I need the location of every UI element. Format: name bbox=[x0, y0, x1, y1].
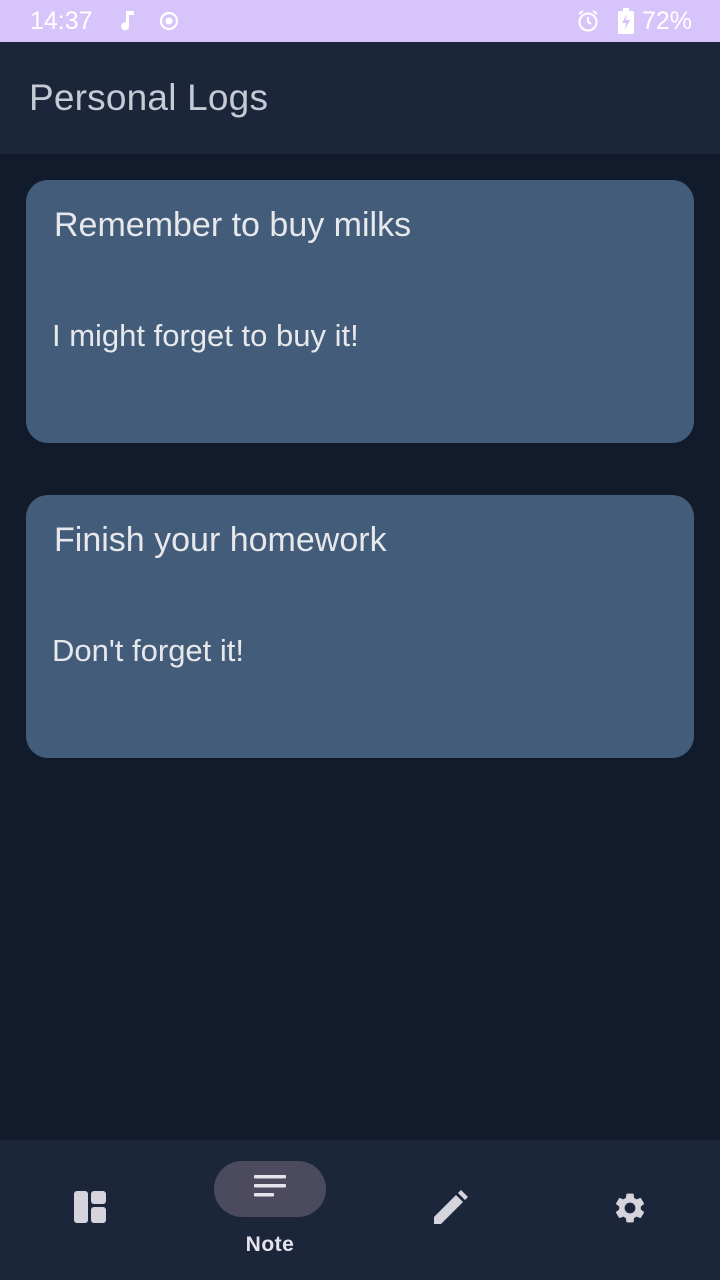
alarm-icon bbox=[576, 9, 600, 33]
status-left: 14:37 bbox=[30, 7, 201, 36]
edit-pencil-icon bbox=[432, 1190, 468, 1226]
note-title: Remember to buy milks bbox=[54, 206, 412, 244]
status-bar: 14:37 72% bbox=[0, 0, 720, 42]
nav-item-settings[interactable] bbox=[540, 1140, 720, 1280]
music-note-icon bbox=[119, 9, 137, 33]
note-body: I might forget to buy it! bbox=[52, 318, 359, 353]
dashboard-icon bbox=[73, 1190, 107, 1224]
note-card[interactable]: Finish your homework Don't forget it! bbox=[26, 495, 694, 758]
nav-active-indicator[interactable] bbox=[214, 1161, 326, 1217]
battery-charging-icon bbox=[617, 8, 634, 34]
status-right: 72% bbox=[558, 7, 692, 36]
note-card[interactable]: Remember to buy milks I might forget to … bbox=[26, 180, 694, 443]
page-title: Personal Logs bbox=[29, 77, 269, 118]
screen: 14:37 72% Personal Logs Remember to buy … bbox=[0, 0, 720, 1280]
note-body: Don't forget it! bbox=[52, 633, 245, 668]
record-icon bbox=[159, 11, 179, 31]
nav-item-edit[interactable] bbox=[360, 1140, 540, 1280]
notes-icon bbox=[253, 1174, 287, 1205]
nav-label-note: Note bbox=[245, 1233, 295, 1256]
status-time: 14:37 bbox=[30, 6, 93, 35]
battery-percent: 72% bbox=[641, 6, 692, 35]
note-title: Finish your homework bbox=[54, 521, 387, 559]
app-bar: Personal Logs bbox=[0, 42, 720, 154]
settings-gear-icon bbox=[612, 1190, 648, 1226]
nav-item-dashboard[interactable] bbox=[0, 1140, 180, 1280]
bottom-navigation: Note bbox=[0, 1140, 720, 1280]
